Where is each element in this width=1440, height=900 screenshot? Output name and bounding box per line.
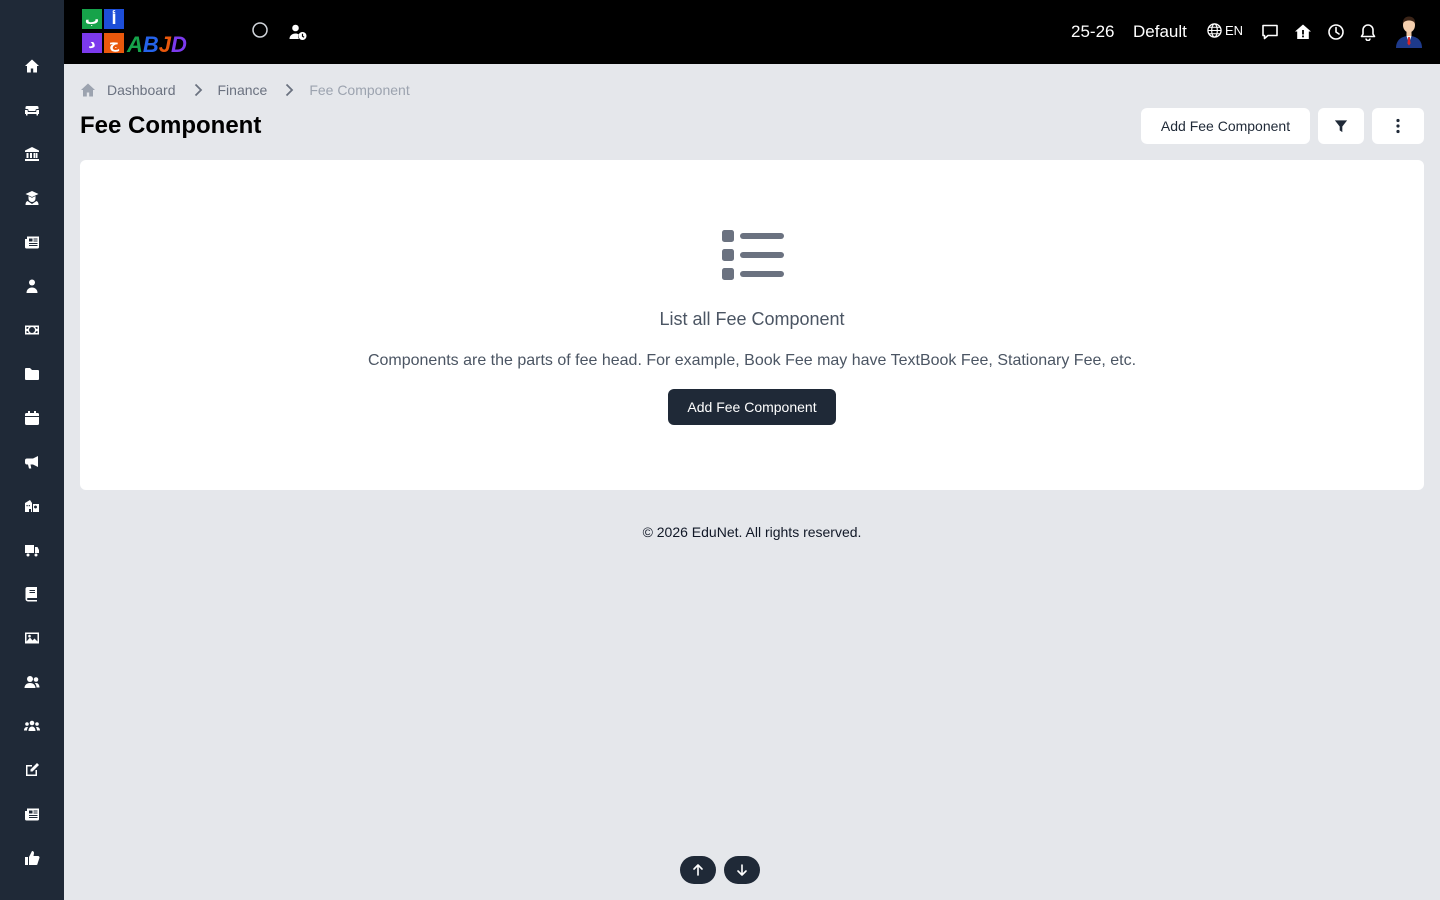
svg-text:أ: أ (112, 10, 117, 28)
empty-state-description: Components are the parts of fee head. Fo… (367, 352, 1137, 369)
chevron-right-icon (194, 83, 202, 97)
footer-copyright: © 2026 EduNet. All rights reserved. (642, 524, 862, 540)
breadcrumb-dashboard[interactable]: Dashboard (107, 82, 176, 98)
edit-icon[interactable] (20, 758, 44, 782)
session-selector[interactable]: 25-26 (1071, 21, 1114, 43)
globe-icon (1207, 23, 1222, 38)
school-icon[interactable] (20, 494, 44, 518)
folder-icon[interactable] (20, 362, 44, 386)
arrow-up-icon (693, 864, 703, 876)
scroll-up-button[interactable] (680, 856, 716, 884)
breadcrumb-home-icon[interactable] (80, 82, 96, 98)
language-selector[interactable]: EN (1207, 23, 1243, 38)
scroll-down-button[interactable] (724, 856, 760, 884)
more-options-button[interactable] (1372, 108, 1424, 144)
home-alert-icon[interactable] (1291, 20, 1315, 44)
empty-state-add-button[interactable]: Add Fee Component (668, 389, 836, 425)
users-icon[interactable] (20, 670, 44, 694)
bell-icon[interactable] (1356, 20, 1380, 44)
empty-state-title: List all Fee Component (659, 309, 845, 329)
breadcrumb: Dashboard Finance Fee Component (80, 80, 410, 100)
institution-icon[interactable] (20, 142, 44, 166)
profile-selector[interactable]: Default (1133, 21, 1187, 43)
topbar: ب أ د ج ABJD 25-26 Default EN (64, 0, 1440, 64)
svg-text:ج: ج (109, 36, 120, 52)
svg-text:ب: ب (85, 12, 99, 28)
history-icon[interactable] (1324, 20, 1348, 44)
user-clock-icon[interactable] (286, 20, 310, 44)
sofa-icon[interactable] (20, 98, 44, 122)
book-icon[interactable] (20, 582, 44, 606)
language-label: EN (1225, 23, 1244, 38)
chevron-right-icon (286, 83, 294, 97)
filter-button[interactable] (1318, 108, 1364, 144)
thumbs-up-icon[interactable] (20, 846, 44, 870)
image-icon[interactable] (20, 626, 44, 650)
sidebar (0, 0, 64, 900)
breadcrumb-fee-component: Fee Component (309, 82, 410, 98)
add-fee-component-button[interactable]: Add Fee Component (1141, 108, 1310, 144)
megaphone-icon[interactable] (20, 450, 44, 474)
breadcrumb-finance[interactable]: Finance (218, 82, 268, 98)
teacher-icon[interactable] (20, 274, 44, 298)
page-title: Fee Component (80, 112, 262, 139)
svg-text:د: د (88, 36, 95, 52)
chat-icon[interactable] (1258, 20, 1282, 44)
money-icon[interactable] (20, 318, 44, 342)
newspaper-icon[interactable] (20, 230, 44, 254)
filter-icon (1334, 120, 1348, 133)
app-logo[interactable]: ب أ د ج ABJD (80, 8, 224, 57)
user-avatar[interactable] (1394, 14, 1424, 48)
graduate-icon[interactable] (20, 186, 44, 210)
empty-state-card: List all Fee Component Components are th… (80, 160, 1424, 490)
group-icon[interactable] (20, 714, 44, 738)
loading-circle-icon (248, 18, 272, 42)
more-vertical-icon (1396, 118, 1400, 134)
home-icon[interactable] (20, 54, 44, 78)
svg-text:ABJD: ABJD (126, 32, 187, 56)
list-icon (722, 230, 784, 280)
calendar-icon[interactable] (20, 406, 44, 430)
news-icon[interactable] (20, 802, 44, 826)
truck-icon[interactable] (20, 538, 44, 562)
arrow-down-icon (737, 864, 747, 876)
